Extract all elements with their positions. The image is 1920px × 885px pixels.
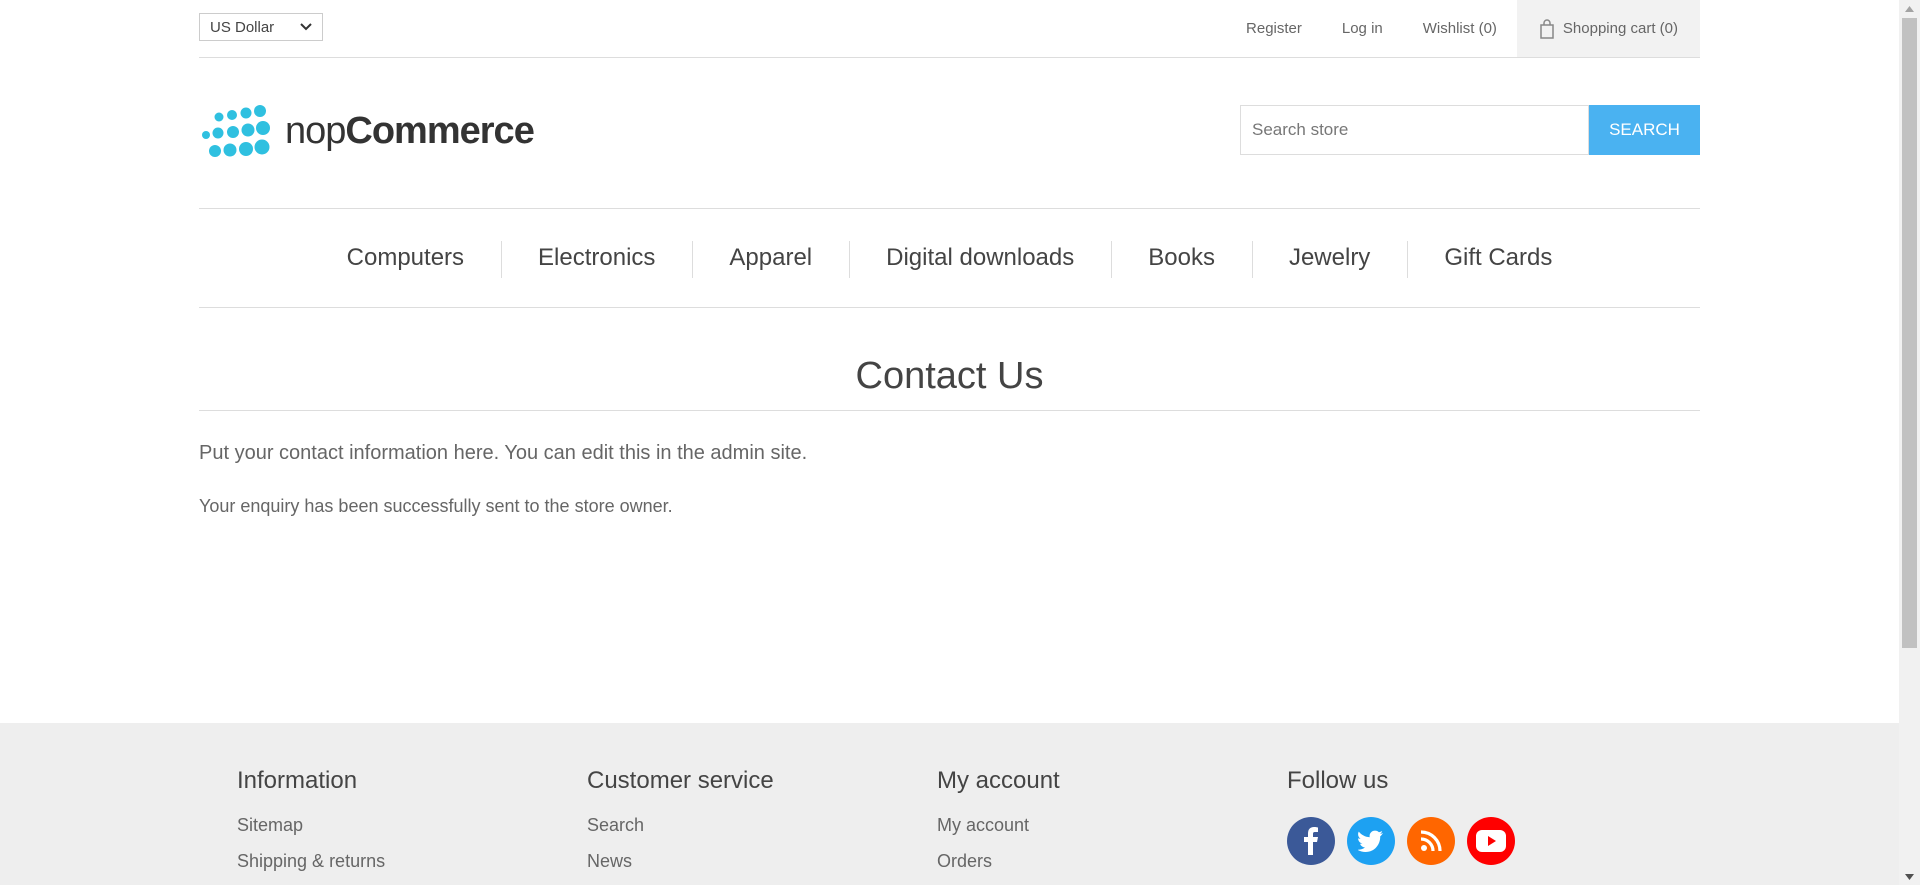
footer-link-sitemap[interactable]: Sitemap (237, 815, 385, 836)
footer-link-shipping-returns[interactable]: Shipping & returns (237, 851, 385, 872)
rss-button[interactable] (1407, 817, 1455, 865)
facebook-icon (1304, 827, 1318, 855)
scroll-down-arrow-icon[interactable] (1899, 868, 1920, 885)
menu-item-digital-downloads[interactable]: Digital downloads (849, 241, 1111, 278)
login-link[interactable]: Log in (1322, 0, 1403, 57)
scroll-up-arrow-icon[interactable] (1899, 0, 1920, 17)
shopping-bag-icon (1540, 18, 1554, 39)
rss-icon (1420, 830, 1442, 852)
chevron-down-icon (300, 23, 312, 31)
menu-item-computers[interactable]: Computers (310, 244, 501, 272)
twitter-icon (1358, 830, 1383, 852)
page-scrollbar[interactable] (1899, 0, 1920, 885)
top-menu: Computers Electronics Apparel Digital do… (199, 208, 1700, 308)
wishlist-link[interactable]: Wishlist (0) (1403, 0, 1517, 57)
footer-my-account: My account My account Orders (937, 767, 1060, 885)
enquiry-result-message: Your enquiry has been successfully sent … (199, 496, 673, 516)
facebook-button[interactable] (1287, 817, 1335, 865)
footer-information: Information Sitemap Shipping & returns (237, 767, 385, 885)
page-body: Put your contact information here. You c… (199, 430, 1700, 517)
contact-info-text: Put your contact information here. You c… (199, 442, 808, 464)
menu-item-gift-cards[interactable]: Gift Cards (1407, 241, 1589, 278)
menu-item-electronics[interactable]: Electronics (501, 241, 692, 278)
logo-dots-icon (202, 105, 270, 157)
shopping-cart-link[interactable]: Shopping cart (0) (1516, 0, 1700, 57)
footer-link-orders[interactable]: Orders (937, 851, 1060, 872)
page-title-section: Contact Us (199, 348, 1700, 411)
menu-item-apparel[interactable]: Apparel (692, 241, 849, 278)
page-title: Contact Us (855, 355, 1044, 397)
footer-follow-us: Follow us (1287, 767, 1515, 865)
footer-information-title: Information (237, 767, 358, 794)
currency-selected-value: US Dollar (210, 18, 275, 36)
search-box: SEARCH (1240, 105, 1700, 155)
header-links: Register Log in Wishlist (0) Shopping ca… (1226, 0, 1700, 57)
footer-link-search[interactable]: Search (587, 815, 774, 836)
youtube-icon (1476, 830, 1506, 852)
footer-customer-service-title: Customer service (587, 767, 774, 794)
search-input[interactable] (1240, 105, 1589, 155)
search-button[interactable]: SEARCH (1589, 105, 1700, 155)
logo-wordmark: nopCommerce (285, 109, 535, 153)
header-lower: nopCommerce SEARCH (199, 57, 1700, 208)
currency-selector[interactable]: US Dollar (199, 13, 323, 41)
footer-follow-us-title: Follow us (1287, 767, 1389, 794)
scrollbar-thumb[interactable] (1902, 18, 1917, 648)
footer-link-news[interactable]: News (587, 851, 774, 872)
store-logo[interactable]: nopCommerce (201, 104, 535, 158)
menu-item-books[interactable]: Books (1111, 241, 1252, 278)
twitter-button[interactable] (1347, 817, 1395, 865)
footer-my-account-title: My account (937, 767, 1060, 794)
logo-text-light: nop (285, 109, 346, 152)
social-links (1287, 817, 1515, 865)
logo-text-bold: Commerce (345, 109, 534, 152)
page-viewport: US Dollar Register Log in Wishlist (0) S… (0, 0, 1899, 885)
footer-customer-service: Customer service Search News (587, 767, 774, 885)
menu-item-jewelry[interactable]: Jewelry (1251, 241, 1407, 278)
shopping-cart-label: Shopping cart (0) (1562, 20, 1678, 37)
header-upper: US Dollar Register Log in Wishlist (0) S… (199, 0, 1700, 58)
footer: Information Sitemap Shipping & returns C… (0, 723, 1899, 885)
youtube-button[interactable] (1467, 817, 1515, 865)
footer-link-my-account[interactable]: My account (937, 815, 1060, 836)
register-link[interactable]: Register (1226, 0, 1322, 57)
